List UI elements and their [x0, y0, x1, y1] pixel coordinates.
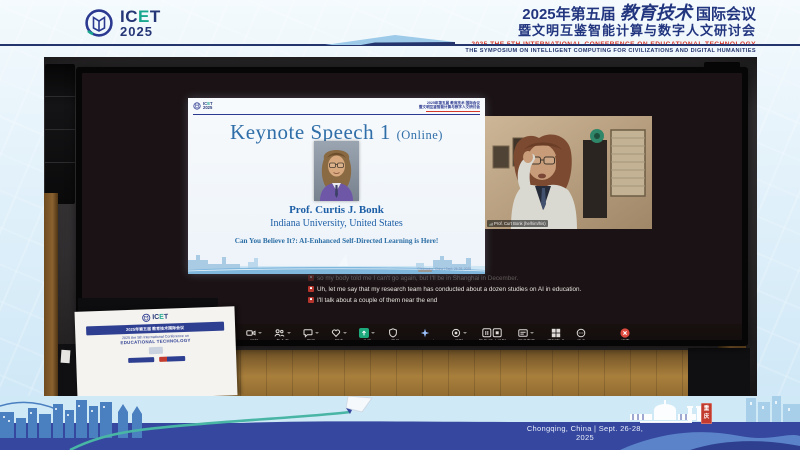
- talk-title: Can You Believe It?: AI-Enhanced Self-Di…: [188, 237, 485, 245]
- speaker-affiliation: Indiana University, United States: [188, 218, 485, 229]
- podium-logo-text: ICET: [152, 314, 168, 322]
- layout-button[interactable]: 排列方式: [547, 327, 564, 340]
- footer-band-art: [0, 396, 800, 450]
- participants-icon: [274, 328, 285, 338]
- conference-room-photo: ICET2025 2025年第五届 教育技术 国际会议 暨文明互鉴智能计算与数字…: [44, 57, 757, 398]
- page: ICET 2025 2025年第五届 教育技术 国际会议 暨文明互鉴智能计算与数…: [0, 0, 800, 450]
- more-button[interactable]: 更多: [576, 327, 586, 340]
- translated-captions-button[interactable]: 翻译字幕: [518, 327, 535, 340]
- captions-icon: [518, 328, 528, 338]
- live-captions: so my body told me I can't go again, but…: [308, 274, 708, 305]
- video-button[interactable]: 视频: [246, 327, 262, 340]
- chat-button[interactable]: 聊天: [303, 327, 319, 340]
- podium-panel: ICET 2025年第五届 教育技术国际会议 2025 the 5th Inte…: [74, 306, 237, 398]
- logo-year: 2025: [120, 25, 161, 38]
- pause-stop-icons: [482, 328, 502, 338]
- caption-line: so my body told me I can't go again, but…: [308, 274, 708, 283]
- slide-title-cn-2: 暨文明互鉴智能计算与数字人文研讨会: [419, 105, 480, 109]
- heart-icon: [331, 328, 341, 338]
- conference-title-cn-1: 2025年第五届 教育技术 国际会议: [465, 3, 756, 24]
- speaker-portrait: [314, 141, 359, 201]
- online-tag: (Online): [397, 128, 443, 142]
- conference-title-cn-2: 暨文明互鉴智能计算与数字人文研讨会: [465, 24, 756, 39]
- caption-avatar-icon: [308, 275, 314, 281]
- caption-line: I'll talk about a couple of them near th…: [308, 296, 708, 305]
- reactions-button[interactable]: 回应: [331, 327, 347, 340]
- share-screen-icon: [359, 328, 369, 338]
- pause-stop-recording-button[interactable]: 暂停/停止录制: [479, 327, 506, 340]
- keynote-slide: ICET2025 2025年第五届 教育技术 国际会议 暨文明互鉴智能计算与数字…: [188, 98, 485, 274]
- footer-location-date: Chongqing, China | Sept. 26-28, 2025: [520, 424, 650, 442]
- icet-logo: ICET 2025: [84, 8, 161, 38]
- record-icon: [451, 328, 461, 338]
- shield-icon: [388, 328, 398, 338]
- slide-logo-icon: [193, 102, 201, 110]
- caption-avatar-icon: [308, 286, 314, 292]
- caption-avatar-icon: [308, 297, 314, 303]
- sponsor-logo: [128, 357, 154, 363]
- wood-pillar-left: [44, 193, 58, 398]
- layout-grid-icon: [551, 328, 561, 338]
- slide-header-titles: 2025年第五届 教育技术 国际会议 暨文明互鉴智能计算与数字人文研讨会: [419, 101, 480, 112]
- podium-small-logo: [149, 347, 163, 354]
- sparkle-icon: [420, 328, 430, 338]
- speaker-name: Prof. Curtis J. Bonk: [188, 204, 485, 216]
- record-button[interactable]: 录制: [451, 327, 467, 340]
- speaker-video-feed: Prof. Curt Bonk (he/him/his): [485, 116, 652, 229]
- header-swoosh: [325, 33, 455, 46]
- logo-brand: ICET: [120, 8, 161, 25]
- mic-level-icon: [489, 222, 493, 226]
- share-screen-button[interactable]: 共享: [359, 327, 375, 340]
- camera-icon: [246, 328, 256, 338]
- chongqing-seal: 重庆: [701, 403, 712, 424]
- more-icon: [576, 328, 586, 338]
- sponsor-logo: [159, 356, 185, 362]
- speaker-video-art: [485, 116, 652, 229]
- slide-header: ICET2025 2025年第五届 教育技术 国际会议 暨文明互鉴智能计算与数字…: [193, 101, 480, 115]
- video-name-label: Prof. Curt Bonk (he/him/his): [487, 220, 548, 227]
- caption-line: Uh, let me say that my research team has…: [308, 285, 708, 294]
- ai-companion-button[interactable]: AI Companion: [412, 327, 439, 340]
- ai-tools-button[interactable]: AI工具: [387, 327, 400, 340]
- podium-sponsor-logos: [76, 354, 236, 365]
- floor-speaker-right: [688, 348, 750, 398]
- slide-logo-text: ICET2025: [203, 102, 213, 110]
- icet-logo-icon: [84, 8, 114, 38]
- conference-titles: 2025年第五届 教育技术 国际会议 暨文明互鉴智能计算与数字人文研讨会 202…: [465, 3, 756, 55]
- participants-button[interactable]: 参会者: [274, 327, 291, 340]
- white-card: [61, 350, 71, 364]
- captions-drag-handle[interactable]: [418, 270, 432, 272]
- end-icon: [620, 328, 630, 338]
- slide-logo: ICET2025: [193, 101, 213, 112]
- podium-logo-icon: [141, 313, 150, 322]
- chat-icon: [303, 328, 313, 338]
- conference-title-en-2: THE SYMPOSIUM ON INTELLIGENT COMPUTING F…: [465, 48, 756, 54]
- line-array-speaker-left: [45, 64, 75, 204]
- slide-red-bar: [426, 111, 480, 112]
- end-meeting-button[interactable]: 结束: [620, 327, 630, 340]
